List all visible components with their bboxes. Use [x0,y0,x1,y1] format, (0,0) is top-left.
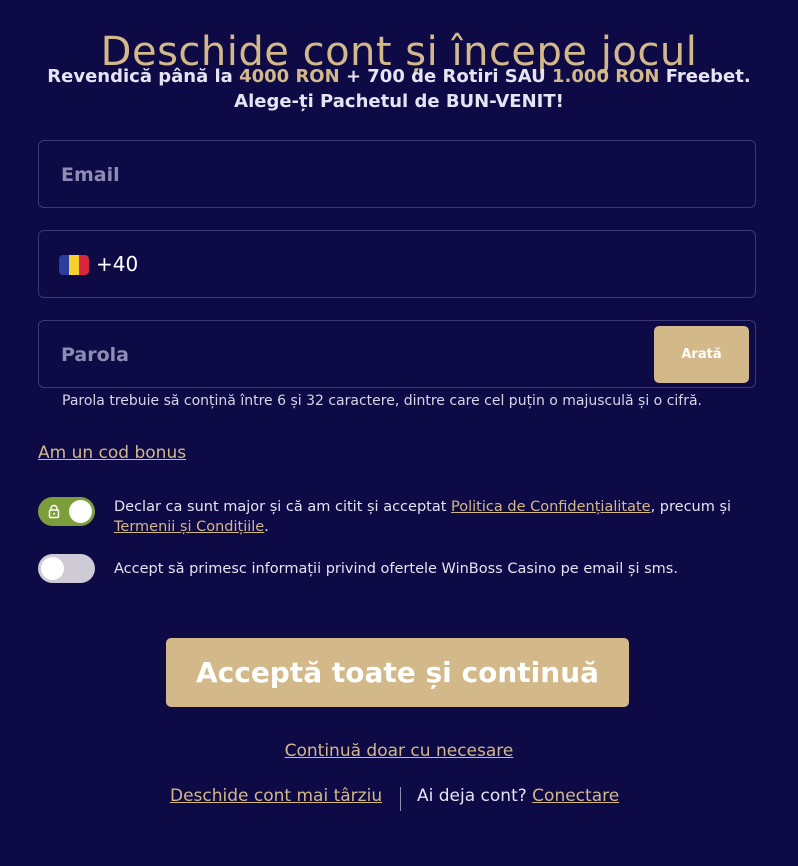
necessary-only-link[interactable]: Continuă doar cu necesare [285,741,514,761]
promo-text-part1: Revendică până la [47,66,240,87]
password-hint: Parola trebuie să conțină între 6 și 32 … [62,393,703,409]
terms-text-part2: , precum și [650,499,732,515]
footer-divider [400,787,401,811]
promo-subtitle: Revendică până la 4000 RON + 700 de Roti… [0,64,798,114]
have-account-label: Ai deja cont? [417,786,533,806]
necessary-only-container: Continuă doar cu necesare [0,741,798,761]
terms-text-part3: . [264,519,269,535]
terms-toggle[interactable] [38,497,95,526]
marketing-toggle[interactable] [38,554,95,583]
phone-input[interactable] [149,231,733,299]
email-input[interactable] [59,141,743,209]
toggle-knob [41,557,64,580]
footer-links: Deschide cont mai târziu Ai deja cont? C… [0,786,798,812]
password-input[interactable] [59,321,663,389]
email-field[interactable] [38,140,756,209]
terms-consent-text: Declar ca sunt major și că am citit și a… [114,497,754,537]
promo-amount-1: 4000 RON [239,66,340,87]
promo-amount-2: 1.000 RON [552,66,660,87]
flag-stripe-red [79,255,89,275]
phone-prefix: +40 [96,252,139,276]
toggle-knob [69,500,92,523]
phone-field[interactable]: +40 [38,230,756,299]
accept-all-button[interactable]: Acceptă toate și continuă [166,638,629,707]
lock-icon [48,504,60,519]
privacy-policy-link[interactable]: Politica de Confidențialitate [451,499,651,515]
promo-line-1: Revendică până la 4000 RON + 700 de Roti… [0,64,798,89]
flag-stripe-yellow [69,255,79,275]
promo-text-part3: Freebet. [659,66,751,87]
terms-conditions-link[interactable]: Termenii și Condițiile [114,519,264,535]
login-link[interactable]: Conectare [532,786,619,806]
romania-flag-icon[interactable] [59,255,89,275]
promo-line-2: Alege-ți Pachetul de BUN-VENIT! [234,91,564,112]
flag-stripe-blue [59,255,69,275]
promo-text-part2: + 700 de Rotiri SAU [339,66,553,87]
have-account-text: Ai deja cont? Conectare [417,786,619,806]
terms-text-part1: Declar ca sunt major și că am citit și a… [114,499,452,515]
bonus-code-link[interactable]: Am un cod bonus [38,443,186,463]
password-field[interactable]: Arată [38,320,756,389]
open-account-later-link[interactable]: Deschide cont mai târziu [170,786,382,806]
marketing-consent-text: Accept să primesc informații privind ofe… [114,561,678,577]
show-password-button[interactable]: Arată [654,326,749,383]
